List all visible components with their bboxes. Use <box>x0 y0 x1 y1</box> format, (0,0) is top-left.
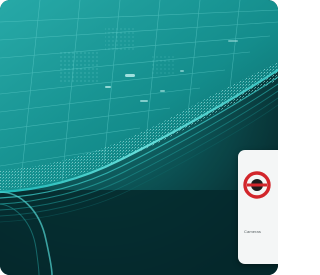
image-tile: Cameras <box>0 0 278 275</box>
red-circle-logo-icon <box>243 171 271 199</box>
logo-badge-card: Cameras <box>238 150 278 264</box>
badge-caption: Cameras <box>244 229 261 234</box>
teal-wireframe-artwork <box>0 0 278 275</box>
